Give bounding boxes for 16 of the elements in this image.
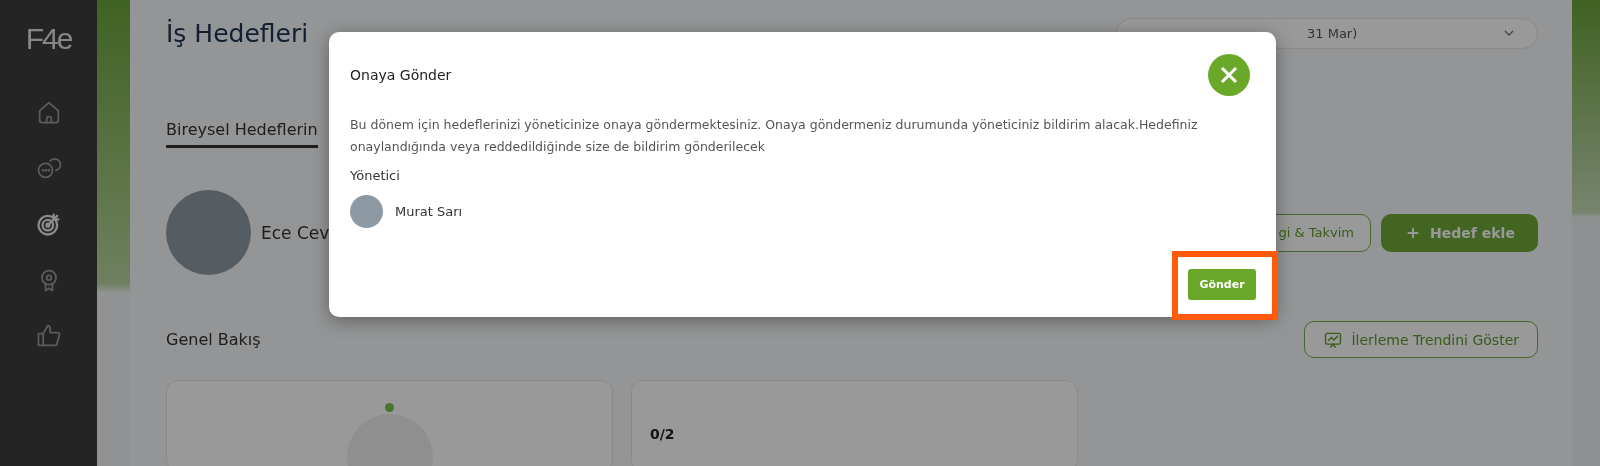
dialog-title: Onaya Gönder — [350, 67, 452, 83]
send-button[interactable]: Gönder — [1188, 269, 1256, 300]
trend-button[interactable]: İlerleme Trendini Göster — [1304, 321, 1538, 358]
logo: F4e — [25, 22, 72, 56]
add-goal-button[interactable]: Hedef ekle — [1381, 213, 1538, 252]
avatar-photo-placeholder — [350, 195, 383, 228]
manager-name: Murat Sarı — [395, 204, 463, 219]
close-button[interactable] — [1208, 54, 1250, 96]
manager-label: Yönetici — [350, 168, 401, 183]
section-title: Genel Bakış — [166, 330, 261, 349]
tab[interactable]: Bireysel Hedeflerin — [166, 120, 318, 148]
goal-count: 0/2 — [649, 425, 676, 442]
progress-dot — [385, 403, 394, 412]
user-name: Ece Cev — [261, 222, 330, 243]
dialog-message: Bu dönem için hedeflerinizi yöneticinize onaya göndermektesiniz. Onaya göndermeniz durumunda yöneticiniz bildirim alacak.Hedefiniz onaylandığında veya reddedildiğinde size de bildirim gönderilecek — [350, 116, 1199, 156]
page-title: İş Hedefleri — [166, 18, 309, 48]
